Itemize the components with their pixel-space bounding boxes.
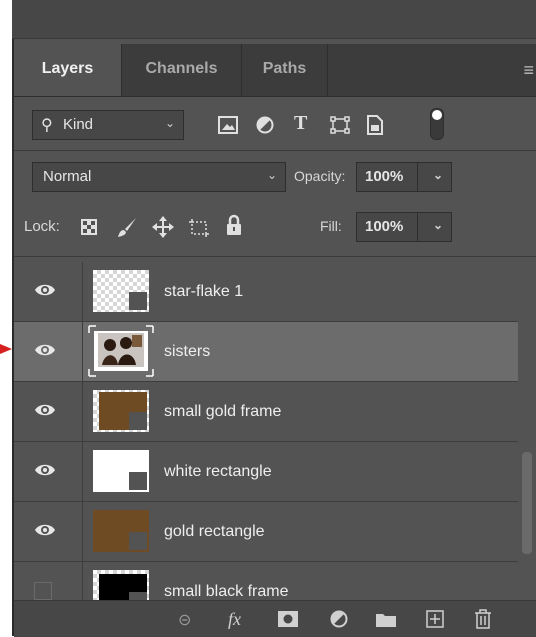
- panel-menu-icon[interactable]: ≡: [523, 60, 534, 81]
- opacity-chevron-icon[interactable]: ⌄: [433, 168, 443, 182]
- panel-top-strip: [12, 0, 536, 39]
- adjustment-layer-filter-icon[interactable]: [256, 116, 274, 134]
- layer-thumbnail: [93, 570, 149, 602]
- layer-name[interactable]: small gold frame: [164, 382, 281, 442]
- eye-icon[interactable]: [34, 282, 56, 298]
- shape-badge-icon: [129, 412, 147, 430]
- mask-icon[interactable]: [278, 611, 298, 627]
- layer-name[interactable]: small black frame: [164, 562, 288, 602]
- opacity-field[interactable]: 100% ⌄: [356, 162, 452, 192]
- opacity-value: 100%: [365, 168, 404, 185]
- eye-icon[interactable]: [34, 522, 56, 538]
- layer-name[interactable]: gold rectangle: [164, 502, 265, 562]
- chevron-down-icon: ⌄: [164, 116, 175, 130]
- link-icon[interactable]: ⊝: [178, 610, 191, 630]
- filter-toggle-switch[interactable]: [430, 108, 444, 140]
- visibility-cell[interactable]: [14, 262, 83, 321]
- lock-label: Lock:: [24, 218, 60, 235]
- pixel-layer-filter-icon[interactable]: [218, 116, 238, 134]
- visibility-cell[interactable]: [14, 502, 83, 561]
- layer-list: star-flake 1 sisters small gold frame wh…: [14, 262, 518, 602]
- lock-artboard-icon[interactable]: [188, 218, 210, 238]
- visibility-cell[interactable]: [14, 322, 83, 381]
- layer-thumbnail: [93, 270, 149, 312]
- layer-name[interactable]: star-flake 1: [164, 262, 243, 322]
- layers-footer: ⊝ fx: [14, 600, 536, 637]
- opacity-label: Opacity:: [294, 168, 346, 184]
- visibility-cell[interactable]: [14, 382, 83, 441]
- lock-image-pixels-icon[interactable]: [116, 216, 138, 238]
- fill-field[interactable]: 100% ⌄: [356, 212, 452, 242]
- blend-mode-value: Normal: [43, 168, 92, 185]
- trash-icon[interactable]: [474, 609, 492, 629]
- layer-row[interactable]: sisters: [14, 322, 518, 382]
- tab-paths[interactable]: Paths: [242, 44, 328, 96]
- blend-mode-dropdown[interactable]: Normal ⌄: [32, 162, 286, 192]
- smart-object-thumbnail-icon: [88, 325, 154, 377]
- separator: [14, 150, 536, 151]
- layers-scrollbar[interactable]: [522, 452, 532, 554]
- panel-tabs: Layers Channels Paths ≡: [14, 44, 536, 97]
- eye-icon[interactable]: [34, 342, 56, 358]
- fill-chevron-icon[interactable]: ⌄: [433, 218, 443, 232]
- eye-icon[interactable]: [34, 402, 56, 418]
- folder-icon[interactable]: [376, 612, 396, 627]
- layer-thumbnail: [93, 510, 149, 552]
- tab-channels[interactable]: Channels: [122, 44, 242, 96]
- fx-icon[interactable]: fx: [228, 609, 241, 630]
- layer-name[interactable]: white rectangle: [164, 442, 272, 502]
- smart-object-filter-icon[interactable]: [366, 114, 384, 136]
- chevron-down-icon: ⌄: [266, 168, 277, 182]
- layer-row[interactable]: star-flake 1: [14, 262, 518, 322]
- shape-badge-icon: [129, 532, 147, 550]
- fill-value: 100%: [365, 218, 404, 235]
- type-layer-filter-icon[interactable]: T: [294, 112, 307, 135]
- search-icon: ⚲: [41, 117, 53, 134]
- new-layer-icon[interactable]: [426, 610, 444, 628]
- layers-panel: Layers Channels Paths ≡ ⚲ Kind ⌄ T Norma…: [12, 0, 536, 637]
- shape-badge-icon: [129, 472, 147, 490]
- visibility-cell[interactable]: [14, 442, 83, 501]
- filter-kind-dropdown[interactable]: ⚲ Kind ⌄: [32, 110, 184, 140]
- visibility-cell[interactable]: [14, 562, 83, 602]
- separator: [14, 256, 536, 257]
- layer-row[interactable]: small gold frame: [14, 382, 518, 442]
- eye-icon[interactable]: [34, 462, 56, 478]
- layer-thumbnail: [93, 450, 149, 492]
- layer-row[interactable]: small black frame: [14, 562, 518, 602]
- pointer-arrow-icon: [0, 344, 12, 354]
- lock-position-icon[interactable]: [152, 216, 174, 238]
- layer-row[interactable]: gold rectangle: [14, 502, 518, 562]
- layer-thumbnail: [88, 325, 154, 377]
- shape-badge-icon: [129, 292, 147, 310]
- layer-name[interactable]: sisters: [164, 322, 210, 382]
- filter-toggle-knob: [432, 110, 442, 120]
- tab-layers[interactable]: Layers: [14, 44, 122, 96]
- shape-layer-filter-icon[interactable]: [330, 116, 350, 134]
- layer-row[interactable]: white rectangle: [14, 442, 518, 502]
- lock-all-icon[interactable]: [226, 214, 242, 236]
- filter-kind-label: Kind: [63, 116, 94, 133]
- lock-transparent-pixels-icon[interactable]: [80, 218, 98, 236]
- hidden-visibility-box[interactable]: [34, 582, 52, 600]
- adjustment-icon[interactable]: [330, 610, 348, 628]
- layer-thumbnail: [93, 390, 149, 432]
- fill-label: Fill:: [320, 218, 342, 234]
